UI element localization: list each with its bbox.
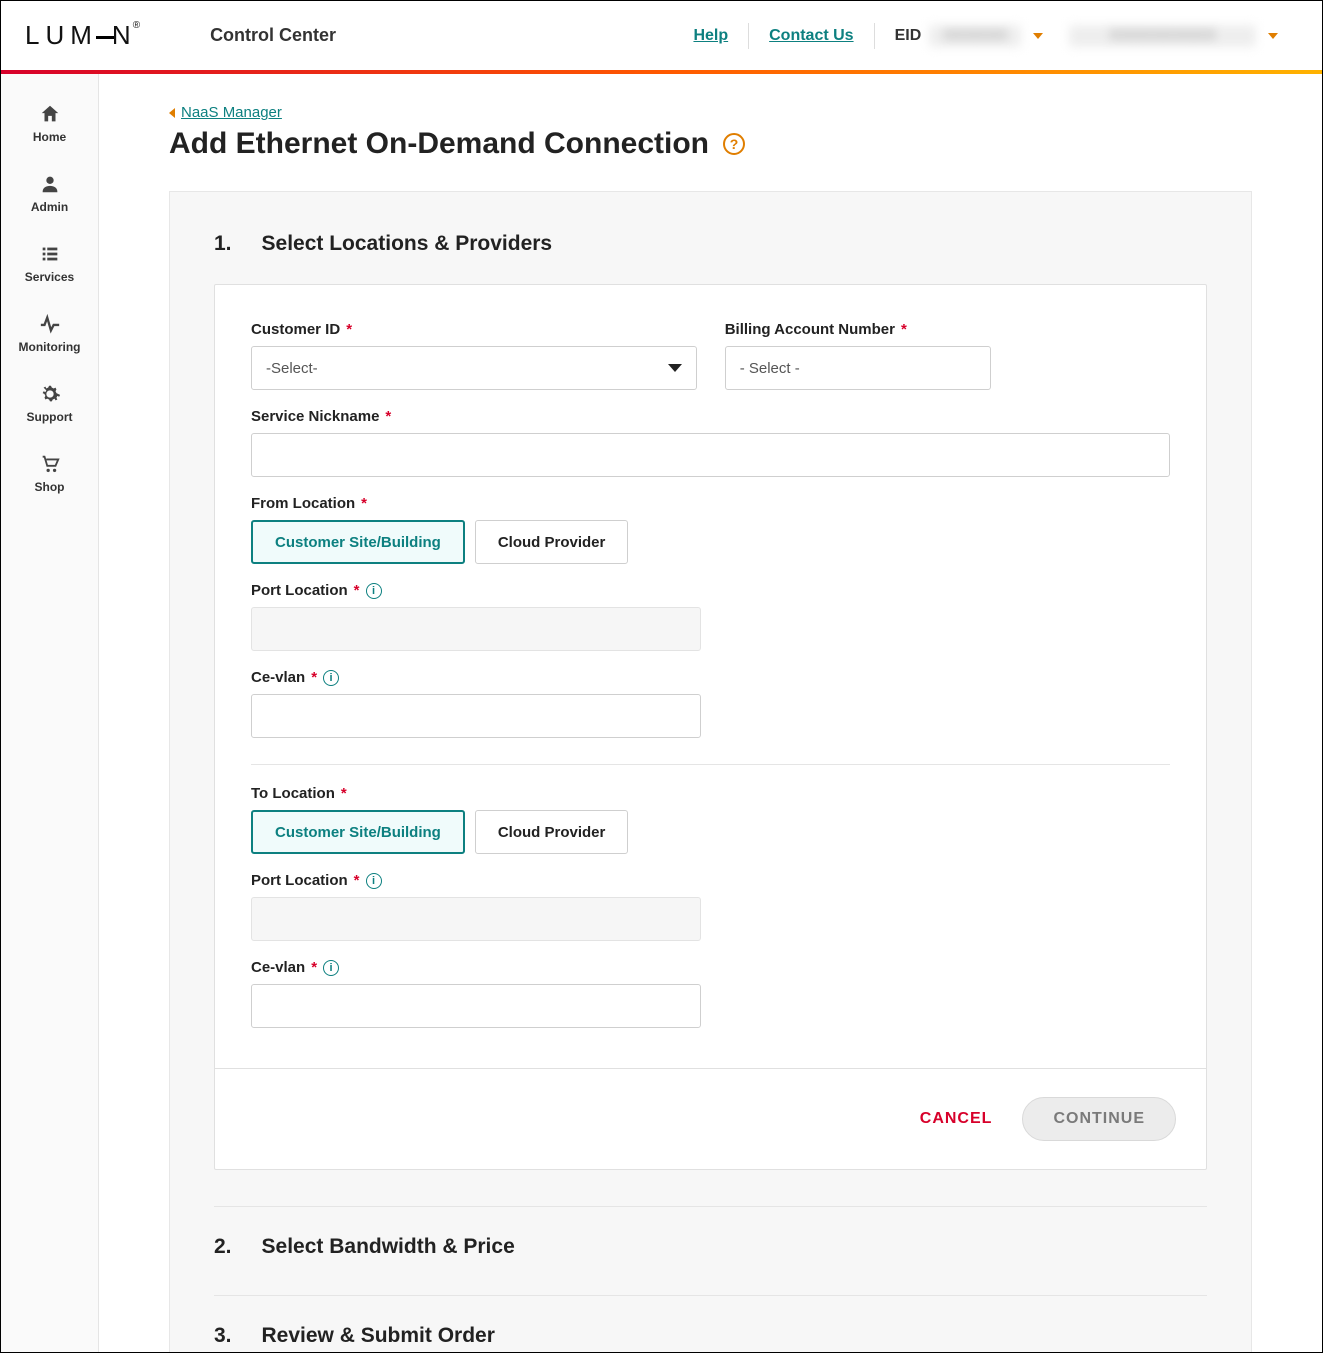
step-number: 2. [214, 1235, 232, 1259]
toggle-cloud-provider[interactable]: Cloud Provider [475, 520, 629, 564]
to-port-location-input[interactable] [251, 897, 701, 941]
from-cevlan-input[interactable] [251, 694, 701, 738]
account-dropdown[interactable]: XXXXXXXXXX [1063, 25, 1298, 47]
sidebar-item-label: Admin [31, 200, 68, 214]
nickname-label: Service Nickname* [251, 408, 1170, 425]
chevron-down-icon [1268, 33, 1278, 39]
step-number: 3. [214, 1324, 232, 1348]
sidebar-item-label: Home [33, 130, 66, 144]
sidebar-item-label: Shop [35, 480, 65, 494]
ban-select[interactable]: - Select - [725, 346, 992, 390]
sidebar-item-shop[interactable]: Shop [1, 438, 98, 508]
chevron-left-icon [169, 108, 175, 118]
logo-text-1: LUM [25, 20, 98, 50]
sidebar-item-label: Services [25, 270, 74, 284]
toggle-customer-site[interactable]: Customer Site/Building [251, 810, 465, 854]
logo: LUMN® [25, 20, 140, 51]
step-1-card: Customer ID* -Select- Billing Account Nu… [214, 284, 1207, 1170]
account-value-redacted: XXXXXXXXXX [1069, 25, 1256, 47]
help-link[interactable]: Help [673, 27, 748, 45]
cart-icon [38, 452, 62, 476]
sidebar-item-admin[interactable]: Admin [1, 158, 98, 228]
card-footer: CANCEL CONTINUE [215, 1068, 1206, 1169]
select-placeholder: - Select - [740, 360, 800, 377]
step-3-header[interactable]: 3. Review & Submit Order [214, 1324, 1207, 1348]
to-location-label: To Location* [251, 785, 1170, 802]
step-1-header: 1. Select Locations & Providers [214, 232, 1207, 256]
to-cevlan-input[interactable] [251, 984, 701, 1028]
home-icon [38, 102, 62, 126]
sidebar-item-home[interactable]: Home [1, 88, 98, 158]
chevron-down-icon [1033, 33, 1043, 39]
cevlan-label: Ce-vlan* i [251, 959, 1170, 976]
customer-id-label: Customer ID* [251, 321, 697, 338]
eid-value-redacted: XXXXXX [929, 25, 1021, 47]
step-title: Select Bandwidth & Price [262, 1235, 515, 1259]
content: NaaS Manager Add Ethernet On-Demand Conn… [99, 74, 1322, 1352]
info-icon[interactable]: i [366, 583, 382, 599]
toggle-cloud-provider[interactable]: Cloud Provider [475, 810, 629, 854]
gear-icon [38, 382, 62, 406]
step-title: Select Locations & Providers [262, 232, 553, 256]
sidebar-item-label: Monitoring [19, 340, 81, 354]
activity-icon [38, 312, 62, 336]
divider [214, 1206, 1207, 1207]
nickname-input[interactable] [251, 433, 1170, 477]
sidebar-item-services[interactable]: Services [1, 228, 98, 298]
divider [251, 764, 1170, 765]
from-location-label: From Location* [251, 495, 1170, 512]
header-right: Help Contact Us EID XXXXXX XXXXXXXXXX [673, 23, 1298, 49]
port-location-label: Port Location* i [251, 582, 1170, 599]
header: LUMN® Control Center Help Contact Us EID… [1, 1, 1322, 70]
port-location-label: Port Location* i [251, 872, 1170, 889]
eid-dropdown[interactable]: EID XXXXXX [875, 25, 1064, 47]
page-title: Add Ethernet On-Demand Connection ? [169, 127, 1252, 161]
info-icon[interactable]: i [323, 960, 339, 976]
step-2-header[interactable]: 2. Select Bandwidth & Price [214, 1235, 1207, 1259]
to-location-toggle: Customer Site/Building Cloud Provider [251, 810, 1170, 854]
app-title: Control Center [210, 25, 336, 46]
divider [214, 1295, 1207, 1296]
cevlan-label: Ce-vlan* i [251, 669, 1170, 686]
contact-link[interactable]: Contact Us [749, 27, 873, 45]
continue-button[interactable]: CONTINUE [1022, 1097, 1176, 1141]
customer-id-select[interactable]: -Select- [251, 346, 697, 390]
info-icon[interactable]: i [366, 873, 382, 889]
page-title-text: Add Ethernet On-Demand Connection [169, 127, 709, 161]
sidebar-item-label: Support [27, 410, 73, 424]
help-icon[interactable]: ? [723, 133, 745, 155]
chevron-down-icon [668, 364, 682, 372]
info-icon[interactable]: i [323, 670, 339, 686]
logo-reg: ® [133, 20, 140, 31]
cancel-button[interactable]: CANCEL [920, 1110, 993, 1128]
list-icon [38, 242, 62, 266]
from-location-toggle: Customer Site/Building Cloud Provider [251, 520, 1170, 564]
wizard-panel: 1. Select Locations & Providers Customer… [169, 191, 1252, 1352]
ban-label: Billing Account Number* [725, 321, 992, 338]
user-icon [38, 172, 62, 196]
from-port-location-input[interactable] [251, 607, 701, 651]
sidebar: Home Admin Services Monitoring Support S… [1, 74, 99, 1352]
step-title: Review & Submit Order [262, 1324, 495, 1348]
breadcrumb: NaaS Manager [169, 104, 1252, 121]
sidebar-item-monitoring[interactable]: Monitoring [1, 298, 98, 368]
step-number: 1. [214, 232, 232, 256]
toggle-customer-site[interactable]: Customer Site/Building [251, 520, 465, 564]
sidebar-item-support[interactable]: Support [1, 368, 98, 438]
select-placeholder: -Select- [266, 360, 318, 377]
breadcrumb-link[interactable]: NaaS Manager [181, 104, 282, 121]
eid-label: EID [895, 27, 922, 45]
